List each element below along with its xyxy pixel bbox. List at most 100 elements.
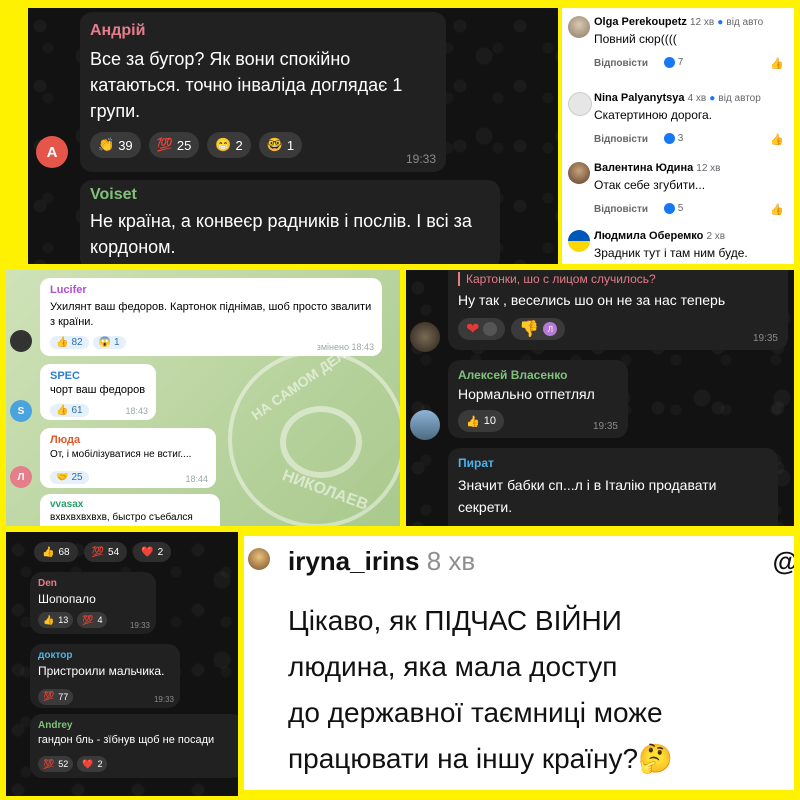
message-author: Андрій — [90, 22, 146, 39]
comment-author[interactable]: iryna_irins 8 хв — [288, 546, 475, 577]
reaction-chip[interactable]: 👏 39 — [90, 132, 141, 158]
message-bubble[interactable]: vvasax вхвхвхвхвхв, быстро съебался — [40, 494, 220, 526]
like-reaction-icon — [664, 203, 675, 214]
reaction-chip[interactable]: 💯 25 — [148, 132, 200, 158]
chat-panel-4: Картонки, шо с лицом случилось? Ну так ,… — [406, 270, 794, 526]
reaction-chip[interactable]: 👍 82 — [50, 336, 89, 349]
message-bubble[interactable]: Алексей Власенко Нормально отпетлял 👍 10 … — [448, 360, 628, 438]
reactions-row: 💯 77 — [38, 686, 74, 705]
like-reaction-icon — [664, 57, 675, 68]
comment-text: Скатертиною дорога. — [594, 108, 713, 122]
message-bubble[interactable]: доктор Пристроили мальчика. 💯 77 19:33 — [30, 644, 180, 708]
comment-author[interactable]: Людмила Оберемко 2 хв — [594, 230, 725, 242]
reactions-row: 🤝 25 — [50, 467, 89, 485]
reaction-chip[interactable]: 🤝 25 — [50, 471, 89, 484]
reaction-chip[interactable]: 👍 13 — [38, 612, 74, 628]
message-time: 19:33 — [153, 695, 174, 704]
reply-link[interactable]: Відповісти — [594, 134, 648, 145]
reaction-chip[interactable]: 😱 1 — [92, 336, 126, 349]
avatar[interactable] — [410, 322, 440, 352]
message-text: Значит бабки сп...л і в Італію продавати… — [458, 477, 717, 515]
avatar[interactable] — [568, 92, 592, 116]
message-bubble[interactable]: SPEC чорт ваш федоров 👍 61 18:43 — [40, 364, 156, 420]
comment-author[interactable]: Nina Palyanytsya 4 хв ● від автор — [594, 92, 761, 104]
avatar[interactable] — [10, 330, 32, 352]
message-time: 18:43 — [125, 406, 148, 416]
comment-time: 8 хв — [426, 546, 476, 576]
ukraine-flag-avatar[interactable] — [568, 230, 590, 252]
reply-link[interactable]: Відповісти — [594, 204, 648, 215]
hundred-icon: 💯 — [43, 758, 55, 769]
reaction-chip[interactable]: 💯 52 — [38, 756, 74, 772]
message-bubble[interactable]: Люда От, і мобілізуватися не встиг.... 🤝… — [40, 428, 216, 488]
thumbs-up-icon: 👍 — [466, 415, 480, 428]
avatar[interactable]: Л — [10, 466, 32, 488]
hundred-icon: 💯 — [82, 614, 94, 625]
heart-icon: ❤️ — [82, 758, 94, 769]
message-text: гандон бль - зїбнув щоб не посади — [38, 734, 215, 746]
reaction-count: 3 — [664, 133, 683, 144]
message-bubble[interactable]: Андрій Все за бугор? Як вони спокійно ка… — [80, 12, 446, 172]
reactions-row: 👍 68 💯 54 ❤️ 2 — [34, 542, 172, 562]
like-icon[interactable]: 👍 — [770, 203, 784, 216]
comments-panel: Olga Perekoupetz 12 хв ● від авто Повний… — [562, 8, 794, 264]
thumbs-up-icon: 👍 — [56, 337, 69, 348]
message-author: vvasax — [50, 499, 84, 510]
message-author: SPEC — [50, 370, 80, 382]
message-time: 19:35 — [752, 333, 778, 344]
reactions-row: ❤ 👎 Л — [458, 318, 566, 340]
avatar[interactable] — [568, 16, 590, 38]
author-badge: від автор — [718, 93, 761, 104]
author-badge-icon: ● — [709, 93, 716, 104]
reaction-chip[interactable]: 👍 10 — [458, 410, 504, 432]
message-bubble[interactable]: Den Шопопало 👍 13 💯 4 19:33 — [30, 572, 156, 634]
like-icon[interactable]: 👍 — [770, 57, 784, 70]
message-author: Den — [38, 578, 57, 589]
reaction-chip[interactable]: 🤓 1 — [258, 132, 303, 158]
avatar[interactable] — [568, 162, 590, 184]
avatar[interactable] — [248, 548, 270, 570]
reaction-chip[interactable]: 👎 Л — [511, 318, 566, 340]
author-badge-icon: ● — [717, 17, 724, 28]
reply-link[interactable]: Відповісти — [594, 58, 648, 69]
comment-text: Повний сюр(((( — [594, 32, 677, 46]
comment-author[interactable]: Валентина Юдина 12 хв — [594, 162, 721, 174]
message-author: Алексей Власенко — [458, 368, 568, 382]
avatar[interactable] — [410, 410, 440, 440]
hundred-icon: 💯 — [91, 546, 105, 558]
reaction-chip[interactable]: 💯 77 — [38, 688, 74, 705]
quoted-message[interactable]: Картонки, шо с лицом случилось? — [458, 272, 656, 286]
handshake-icon: 🤝 — [56, 472, 69, 483]
message-bubble[interactable]: Картонки, шо с лицом случилось? Ну так ,… — [448, 270, 788, 350]
comment-author[interactable]: Olga Perekoupetz 12 хв ● від авто — [594, 16, 763, 28]
clap-icon: 👏 — [98, 137, 115, 152]
chat-panel-1: А Андрій Все за бугор? Як вони спокійно … — [28, 8, 558, 264]
reaction-chip[interactable]: 👍 61 — [50, 404, 89, 417]
like-icon[interactable]: 👍 — [770, 133, 784, 146]
message-bubble[interactable]: Andrey гандон бль - зїбнув щоб не посади… — [30, 714, 238, 778]
comment: Валентина Юдина 12 хв Отак себе згубити.… — [562, 154, 794, 218]
reaction-chip[interactable]: ❤️ 2 — [133, 542, 172, 562]
reaction-chip[interactable]: 👍 68 — [34, 542, 78, 562]
reaction-chip[interactable]: 💯 54 — [83, 542, 128, 562]
avatar[interactable]: S — [10, 400, 32, 422]
message-author: Andrey — [38, 720, 73, 731]
avatar[interactable]: А — [36, 136, 68, 168]
reaction-chip[interactable]: 😁 2 — [207, 132, 251, 158]
heart-icon: ❤ — [466, 321, 480, 338]
message-bubble[interactable]: Voiset Не країна, а конвеєр радників і п… — [80, 180, 500, 264]
avatar: Л — [543, 322, 558, 336]
reaction-chip[interactable]: 💯 4 — [77, 612, 108, 628]
message-author: Voiset — [90, 186, 137, 203]
reactions-row: 👍 13 💯 4 — [38, 612, 108, 628]
message-bubble[interactable]: Пират Значит бабки сп...л і в Італію про… — [448, 448, 778, 526]
message-text: Все за бугор? Як вони спокійно катаються… — [90, 49, 403, 121]
message-bubble[interactable]: Lucifer Ухилянт ваш федоров. Картонок пі… — [40, 278, 382, 356]
more-icon[interactable]: @ — [773, 546, 794, 577]
chat-panel-3: НА САМОМ ДЕЛЕ НИКОЛАЕВ Lucifer Ухилянт в… — [6, 270, 400, 526]
reaction-chip[interactable]: ❤ — [458, 318, 506, 340]
watermark-logo: НА САМОМ ДЕЛЕ НИКОЛАЕВ — [228, 341, 400, 526]
message-text: чорт ваш федоров — [50, 384, 146, 396]
reaction-chip[interactable]: ❤️ 2 — [77, 756, 108, 772]
message-author: Люда — [50, 434, 81, 446]
